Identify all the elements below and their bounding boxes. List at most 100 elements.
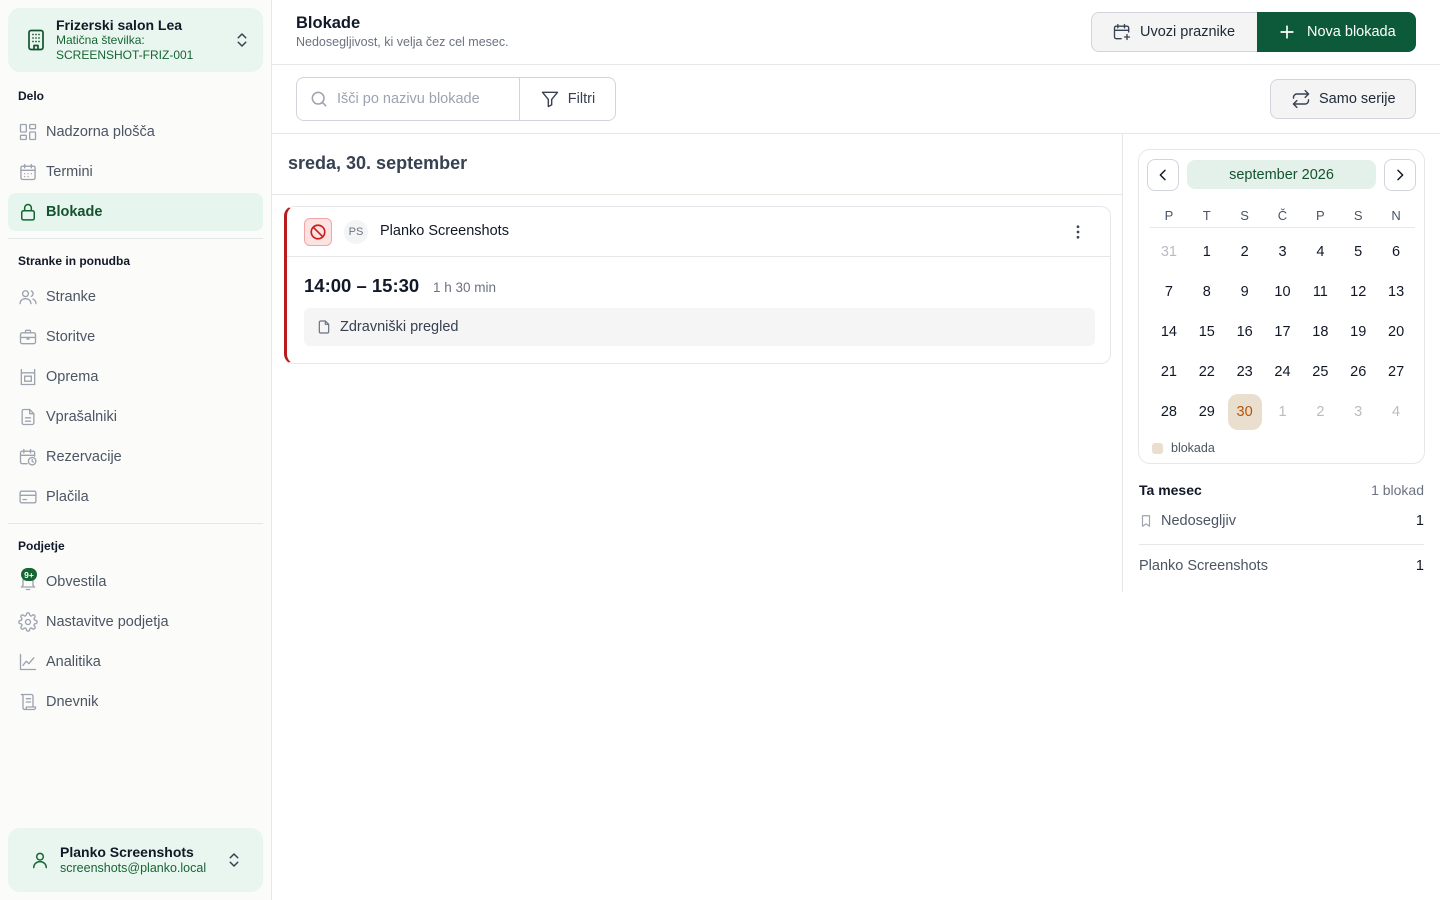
calendar-day-selected[interactable]: 30	[1226, 392, 1264, 432]
sidebar-item-dashboard[interactable]: Nadzorna plošča	[8, 113, 263, 151]
file-icon	[318, 320, 330, 334]
summary-row-label: Nedosegljiv	[1161, 513, 1236, 529]
calendar-day[interactable]: 22	[1188, 352, 1226, 392]
legend-label: blokada	[1171, 441, 1215, 455]
calendar-day[interactable]: 2	[1301, 392, 1339, 432]
calendar-day-number: 3	[1354, 404, 1363, 420]
import-holidays-button[interactable]: Uvozi praznike	[1091, 12, 1261, 52]
calendar-day[interactable]: 25	[1301, 352, 1339, 392]
sidebar-item-label: Dnevnik	[46, 694, 99, 710]
new-block-button[interactable]: Nova blokada	[1257, 12, 1416, 52]
sidebar-item-notifications[interactable]: 9+ Obvestila	[8, 563, 263, 601]
calendar-day[interactable]: 29	[1188, 392, 1226, 432]
calendar-day[interactable]: 6	[1377, 232, 1415, 272]
calendar-day[interactable]: 2	[1226, 232, 1264, 272]
calendar-day[interactable]: 1	[1188, 232, 1226, 272]
organization-switcher[interactable]: Frizerski salon Lea Matična številka: SC…	[8, 8, 263, 72]
calendar-day[interactable]: 20	[1377, 312, 1415, 352]
calendar-day[interactable]: 11	[1301, 272, 1339, 312]
calendar-day[interactable]: 15	[1188, 312, 1226, 352]
block-type-badge	[304, 218, 332, 246]
calendar-day[interactable]: 21	[1150, 352, 1188, 392]
filter-icon	[541, 91, 559, 108]
calendar-day[interactable]: 7	[1150, 272, 1188, 312]
calendar-day[interactable]: 23	[1226, 352, 1264, 392]
sidebar-item-label: Stranke	[46, 289, 96, 305]
sidebar-item-clients[interactable]: Stranke	[8, 278, 263, 316]
calendar-day-number: 29	[1198, 404, 1215, 420]
sidebar-item-log[interactable]: Dnevnik	[8, 683, 263, 721]
calendar-clock-icon	[19, 448, 37, 466]
sidebar-item-payments[interactable]: Plačila	[8, 478, 263, 516]
calendar-day-number: 16	[1236, 324, 1253, 340]
calendar-day[interactable]: 26	[1339, 352, 1377, 392]
calendar-day-number: 1	[1202, 244, 1211, 260]
block-owner-name: Planko Screenshots	[380, 223, 509, 239]
calendar-day[interactable]: 17	[1264, 312, 1302, 352]
calendar-day[interactable]: 16	[1226, 312, 1264, 352]
credit-card-icon	[19, 490, 37, 504]
calendar-day[interactable]: 27	[1377, 352, 1415, 392]
calendar-day[interactable]: 9	[1226, 272, 1264, 312]
next-month-button[interactable]	[1384, 159, 1416, 191]
block-time-range: 14:00 – 15:30	[304, 275, 420, 296]
calendar-day-number: 11	[1312, 284, 1328, 300]
calendar-day[interactable]: 31	[1150, 232, 1188, 272]
calendar-grid: 31 1 2 3 4 5 6 7 8 9 10 11 12 13 14 15 16 17 18 19 20 21 22 23 2…	[1150, 232, 1415, 432]
sidebar-item-reservations[interactable]: Rezervacije	[8, 438, 263, 476]
sidebar-item-services[interactable]: Storitve	[8, 318, 263, 356]
more-options-button[interactable]	[1067, 221, 1089, 243]
sidebar-item-company-settings[interactable]: Nastavitve podjetja	[8, 603, 263, 641]
sidebar-item-analytics[interactable]: Analitika	[8, 643, 263, 681]
sidebar-item-blocks[interactable]: Blokade	[8, 193, 263, 231]
calendar-day[interactable]: 5	[1339, 232, 1377, 272]
chevron-up-down-icon	[237, 33, 247, 47]
calendar-day-number: 7	[1164, 284, 1173, 300]
sidebar-item-questionnaires[interactable]: Vprašalniki	[8, 398, 263, 436]
chart-line-icon	[19, 653, 37, 671]
user-switcher[interactable]: Planko Screenshots screenshots@planko.lo…	[8, 828, 263, 892]
calendar-day-number: 15	[1198, 324, 1215, 340]
sidebar-item-label: Vprašalniki	[46, 409, 117, 425]
calendar-day-number: 13	[1388, 284, 1405, 300]
calendar-day-number: 5	[1354, 244, 1363, 260]
previous-month-button[interactable]	[1147, 159, 1179, 191]
repeat-icon	[1292, 89, 1310, 109]
calendar-day[interactable]: 28	[1150, 392, 1188, 432]
filter-button[interactable]: Filtri	[519, 77, 616, 121]
sidebar-item-appointments[interactable]: Termini	[8, 153, 263, 191]
calendar-day[interactable]: 18	[1301, 312, 1339, 352]
calendar-day[interactable]: 12	[1339, 272, 1377, 312]
calendar-day[interactable]: 8	[1188, 272, 1226, 312]
calendar-day[interactable]: 14	[1150, 312, 1188, 352]
series-only-label: Samo serije	[1319, 91, 1396, 107]
summary-row-value: 1	[1415, 558, 1424, 574]
nav-divider	[8, 238, 263, 239]
calendar-month-label[interactable]: september 2026	[1187, 160, 1376, 189]
calendar-day[interactable]: 4	[1301, 232, 1339, 272]
briefcase-icon	[19, 329, 37, 345]
calendar-day-number: 22	[1198, 364, 1215, 380]
search-input[interactable]	[337, 91, 507, 107]
calendar-day-number: 19	[1350, 324, 1367, 340]
calendar-day[interactable]: 1	[1264, 392, 1302, 432]
weekday-label: S	[1353, 208, 1363, 223]
users-icon	[19, 290, 37, 305]
sidebar-item-label: Analitika	[46, 654, 101, 670]
series-only-button[interactable]: Samo serije	[1270, 79, 1416, 119]
calendar-day[interactable]: 4	[1377, 392, 1415, 432]
summary-row: Planko Screenshots 1	[1139, 558, 1424, 574]
calendar-day[interactable]: 3	[1264, 232, 1302, 272]
calendar-day[interactable]: 10	[1264, 272, 1302, 312]
calendar-day[interactable]: 24	[1264, 352, 1302, 392]
calendar-day-number: 27	[1388, 364, 1405, 380]
avatar: PS	[344, 220, 368, 244]
calendar-day[interactable]: 3	[1339, 392, 1377, 432]
sidebar-item-equipment[interactable]: Oprema	[8, 358, 263, 396]
block-card[interactable]: PS Planko Screenshots 14:00 – 15:30 1 h …	[284, 206, 1111, 364]
calendar-day-number: 24	[1274, 364, 1291, 380]
calendar-day-number: 30	[1227, 394, 1262, 430]
calendar-day[interactable]: 13	[1377, 272, 1415, 312]
sidebar-item-label: Nadzorna plošča	[46, 124, 155, 140]
calendar-day[interactable]: 19	[1339, 312, 1377, 352]
